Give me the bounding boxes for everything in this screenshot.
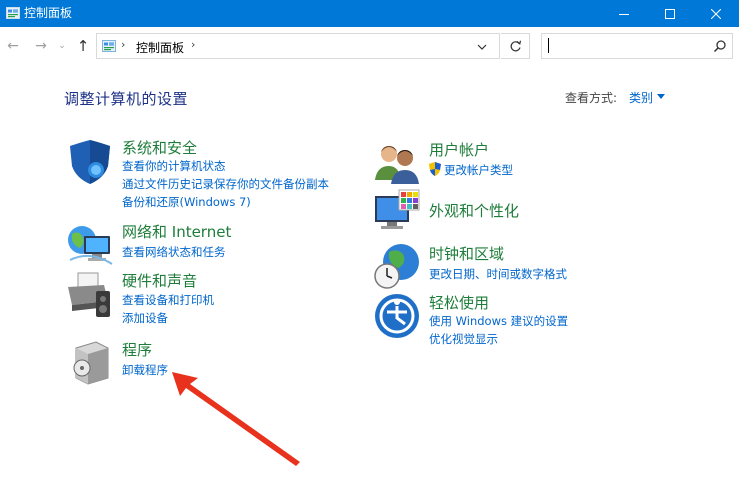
breadcrumb-separator-icon[interactable]: › <box>191 38 195 51</box>
search-icon[interactable] <box>713 39 727 53</box>
search-input[interactable] <box>541 33 733 59</box>
view-by-dropdown[interactable]: 类别 <box>629 89 653 106</box>
users-icon[interactable] <box>373 138 421 186</box>
chevron-down-icon <box>477 44 487 50</box>
monitor-palette-icon[interactable] <box>373 188 421 236</box>
arrow-right-icon: → <box>35 38 47 54</box>
link-network-status[interactable]: 查看网络状态和任务 <box>122 244 226 260</box>
minimize-icon <box>619 13 629 15</box>
breadcrumb-separator-icon[interactable]: › <box>121 38 125 51</box>
link-change-account-type[interactable]: 更改帐户类型 <box>444 162 513 178</box>
ease-of-access-icon[interactable] <box>373 292 421 340</box>
software-box-icon[interactable] <box>68 338 116 386</box>
category-title-appearance[interactable]: 外观和个性化 <box>429 200 519 221</box>
link-add-device[interactable]: 添加设备 <box>122 310 168 326</box>
navigation-bar: ← → ⌄ ↑ › 控制面板 › <box>0 27 739 67</box>
chevron-down-icon[interactable] <box>657 94 665 99</box>
up-button[interactable]: ↑ <box>74 37 92 55</box>
uac-shield-icon <box>429 162 441 176</box>
forward-button[interactable]: → <box>32 37 50 55</box>
printer-icon[interactable] <box>64 271 112 319</box>
annotation-arrow-shape <box>172 372 300 466</box>
refresh-icon <box>510 40 521 51</box>
category-title-network[interactable]: 网络和 Internet <box>122 221 231 242</box>
category-title-programs[interactable]: 程序 <box>122 339 152 360</box>
address-bar[interactable]: › 控制面板 › <box>96 33 500 59</box>
page-title: 调整计算机的设置 <box>64 90 189 108</box>
back-button[interactable]: ← <box>4 37 22 55</box>
text-caret <box>548 38 549 53</box>
link-recommended-settings[interactable]: 使用 Windows 建议的设置 <box>429 313 568 329</box>
maximize-icon <box>665 8 675 19</box>
category-title-security[interactable]: 系统和安全 <box>122 137 197 158</box>
arrow-left-icon: ← <box>7 38 19 54</box>
globe-network-icon[interactable] <box>66 220 114 268</box>
category-title-hardware[interactable]: 硬件和声音 <box>122 270 197 291</box>
link-change-date-time-format[interactable]: 更改日期、时间或数字格式 <box>429 266 567 282</box>
link-view-computer-status[interactable]: 查看你的计算机状态 <box>122 158 226 174</box>
window-title: 控制面板 <box>24 6 73 20</box>
refresh-button[interactable] <box>501 33 530 59</box>
view-by-label: 查看方式: <box>565 91 618 105</box>
link-uninstall-program[interactable]: 卸载程序 <box>122 362 168 378</box>
chevron-down-icon: ⌄ <box>58 41 66 51</box>
clock-globe-icon[interactable] <box>373 242 421 290</box>
close-icon <box>711 8 721 19</box>
shield-icon[interactable] <box>66 138 114 186</box>
category-title-ease-of-access[interactable]: 轻松使用 <box>429 292 489 313</box>
address-dropdown-button[interactable] <box>474 39 490 55</box>
link-backup-restore[interactable]: 备份和还原(Windows 7) <box>122 194 251 210</box>
recent-locations-button[interactable]: ⌄ <box>56 37 68 55</box>
close-button[interactable] <box>693 0 739 27</box>
minimize-button[interactable] <box>601 0 647 27</box>
category-title-user-accounts[interactable]: 用户帐户 <box>429 139 489 160</box>
control-panel-icon <box>6 7 20 19</box>
arrow-up-icon: ↑ <box>76 37 90 55</box>
link-devices-printers[interactable]: 查看设备和打印机 <box>122 292 214 308</box>
maximize-button[interactable] <box>647 0 693 27</box>
title-bar: 控制面板 <box>0 0 739 27</box>
category-title-clock-region[interactable]: 时钟和区域 <box>429 243 504 264</box>
control-panel-icon <box>102 40 116 52</box>
link-file-history-backup[interactable]: 通过文件历史记录保存你的文件备份副本 <box>122 176 329 192</box>
breadcrumb-control-panel[interactable]: 控制面板 <box>136 39 184 56</box>
link-optimize-visual-display[interactable]: 优化视觉显示 <box>429 331 498 347</box>
